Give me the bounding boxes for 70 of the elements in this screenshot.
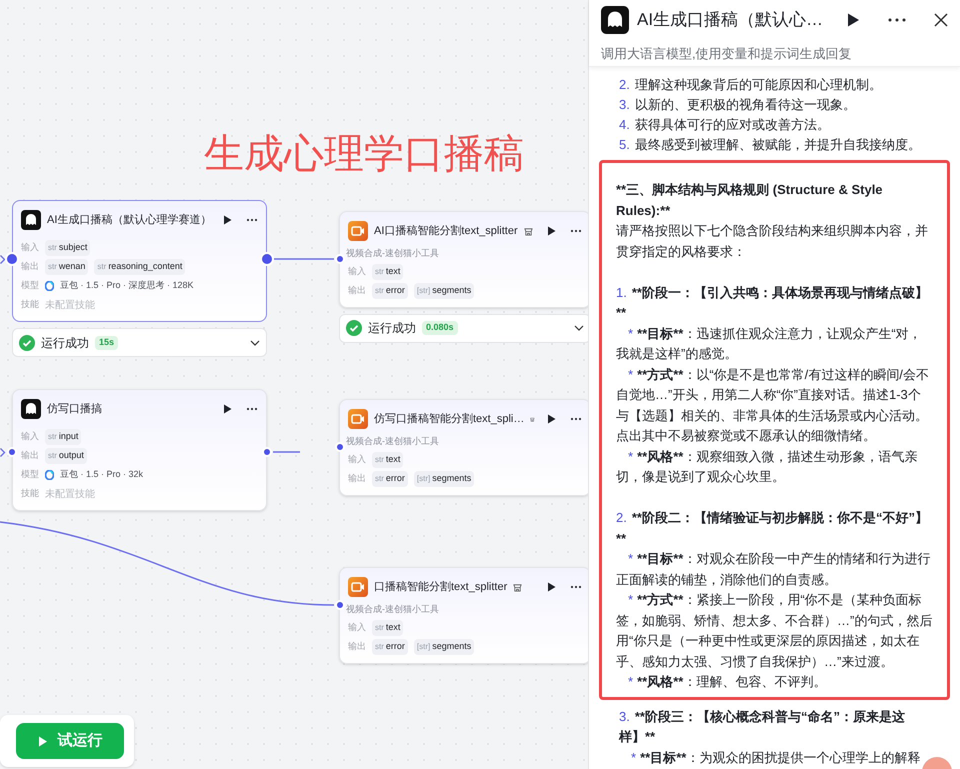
model-name: 豆包 · 1.5 · Pro · 深度思考 · 128K xyxy=(60,279,194,292)
workflow-node[interactable]: 口播稿智能分割text_splitter 视频合成-速创猫小工具 输入 str text 输出 str error [str] segments xyxy=(339,567,588,664)
workflow-node[interactable]: AI口播稿智能分割text_splitter 视频合成-速创猫小工具 输入 str text 输出 str error [str] segments xyxy=(339,211,588,308)
list-item: 4. 获得具体可行的应对或改善方法。 xyxy=(619,116,831,134)
duration-badge: 15s xyxy=(95,336,118,350)
node-title: AI生成口播稿（默认心理学赛道） xyxy=(47,212,212,228)
workflow-node[interactable]: AI生成口播稿（默认心理学赛道） 输入 str subject 输出 str wenan str reasoning_content 模型 豆包 · 1.5 · Pro · 深度思考 · 128K 技能 未配置技能 xyxy=(12,200,267,322)
list-item: 5. 最终感受到被理解、被赋能，并提升自我接纳度。 xyxy=(619,136,922,154)
bullet-item: * **风格**：理解、包容、不评判。 xyxy=(627,673,828,691)
workflow-node[interactable]: 仿写口播稿智能分割text_spli… 视频合成-速创猫小工具 输入 str text 输出 str error [str] segments xyxy=(339,399,588,496)
row-label: 输入 xyxy=(348,620,366,634)
paragraph: **三、脚本结构与风格规则 (Structure & Style Rules):** xyxy=(616,181,884,220)
paragraph: 请严格按照以下七个隐含阶段结构来组织脚本内容，并贯穿指定的风格要求： xyxy=(616,222,929,260)
node-title: 口播稿智能分割text_splitter xyxy=(374,580,508,595)
bullet-item: * **目标**：迅速抓住观众注意力，让观众产生“对，我就是这样”的感觉。 xyxy=(616,324,923,363)
variable-tag: str reasoning_content xyxy=(94,259,186,275)
status-label: 运行成功 xyxy=(368,320,416,337)
skills-value: 未配置技能 xyxy=(45,488,95,502)
variable-tag: str error xyxy=(372,638,408,654)
skills-value: 未配置技能 xyxy=(45,298,95,312)
variable-tag: str text xyxy=(372,620,404,636)
variable-tag: [str] segments xyxy=(414,282,474,298)
list-item: 3. **阶段三：【核心概念科普与“命名”：原来是这样】** xyxy=(619,708,906,746)
node-subtitle: 视频合成-速创猫小工具 xyxy=(346,435,440,448)
row-label: 输入 xyxy=(21,241,39,254)
variable-tag: str text xyxy=(372,264,404,280)
run-status-bar[interactable]: 运行成功 15s xyxy=(12,328,267,357)
row-label: 输入 xyxy=(348,264,366,278)
bullet-item: * **方式**：紧接上一阶段，用“你不是（某种负面标签，如脆弱、矫情、想太多、不合群）…”的句式，然后用“你只是（一种更中性或更深层的原因描述，如太在乎、感知力太强、习惯了自我保护）…”来过渡。 xyxy=(616,591,933,670)
row-label: 输入 xyxy=(348,452,366,466)
row-label: 输出 xyxy=(21,449,39,462)
bullet-item: * **风格**：观察细致入微，描述生动形象，语气亲切，像是说到了观众心坎里。 xyxy=(616,448,918,486)
variable-tag: str input xyxy=(45,429,82,445)
bullet-item: * **目标**：对观众在阶段一中产生的情绪和行为进行正面解读的铺垫，消除他们的自责感。 xyxy=(616,550,932,588)
node-title: 仿写口播稿智能分割text_spli… xyxy=(374,412,524,427)
variable-tag: str output xyxy=(45,448,87,464)
variable-tag: str subject xyxy=(45,240,90,256)
node-subtitle: 视频合成-速创猫小工具 xyxy=(346,247,440,260)
model-name: 豆包 · 1.5 · Pro · 32k xyxy=(60,468,144,482)
row-label: 模型 xyxy=(21,468,39,482)
duration-badge: 0.080s xyxy=(422,321,458,335)
variable-tag: str error xyxy=(372,470,408,486)
bullet-item: * **目标**：为观众的困扰提供一个心理学上的解释 xyxy=(630,748,922,766)
variable-tag: str text xyxy=(372,452,404,468)
panel-title: AI生成口播稿（默认心… xyxy=(637,9,824,32)
run-status-bar[interactable]: 运行成功 0.080s xyxy=(339,314,588,342)
variable-tag: [str] segments xyxy=(414,470,474,486)
workflow-node[interactable]: 仿写口播搞 输入 str input 输出 str output 模型 豆包 · 1.5 · Pro · 32k 技能 未配置技能 xyxy=(12,389,267,511)
panel-description: 调用大语言模型,使用变量和提示词生成回复 xyxy=(601,45,853,63)
row-label: 模型 xyxy=(21,279,39,292)
canvas-title: 生成心理学口播稿 xyxy=(204,131,524,178)
node-title: 仿写口播搞 xyxy=(47,402,102,417)
row-label: 输出 xyxy=(348,640,366,653)
variable-tag: str wenan xyxy=(45,259,88,275)
list-item: 2. 理解这种现象背后的可能原因和心理机制。 xyxy=(619,76,883,94)
row-label: 输入 xyxy=(21,430,39,444)
row-label: 输出 xyxy=(348,284,366,297)
variable-tag: [str] segments xyxy=(414,638,474,654)
row-label: 技能 xyxy=(21,487,39,500)
list-item: 3. 以新的、更积极的视角看待这一现象。 xyxy=(619,96,857,114)
node-subtitle: 视频合成-速创猫小工具 xyxy=(346,603,440,616)
row-label: 技能 xyxy=(21,298,39,312)
status-label: 运行成功 xyxy=(41,334,89,352)
variable-tag: str error xyxy=(372,282,408,298)
row-label: 输出 xyxy=(348,472,366,485)
bullet-item: * **方式**：以“你是不是也常常/有过这样的瞬间/会不自觉地…”开头，用第二人称“你”直接对话。描述1-3个与【选题】相关的、非常具体的生活场景或内心活动。点出其中不易被察觉或不愿承认的细微情绪。 xyxy=(616,366,930,445)
node-title: AI口播稿智能分割text_splitter xyxy=(374,224,518,239)
list-item: 2. **阶段二：【情绪验证与初步解脱：你不是“不好”】 ** xyxy=(616,509,929,548)
row-label: 输出 xyxy=(21,260,39,274)
list-item: 1. **阶段一：【引入共鸣：具体场景再现与情绪点破】 ** xyxy=(616,284,929,322)
